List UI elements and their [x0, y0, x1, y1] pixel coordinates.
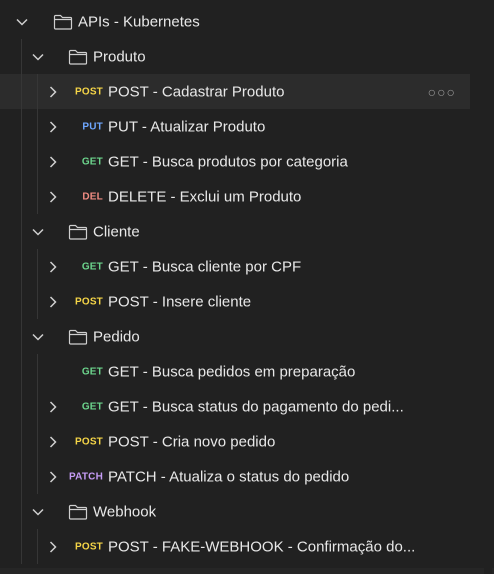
tree-guide — [37, 144, 38, 179]
chevron-down-icon[interactable] — [30, 224, 46, 240]
tree-guide — [37, 529, 38, 564]
request-name: GET - Busca pedidos em preparação — [108, 363, 356, 380]
tree-guide — [21, 39, 22, 74]
folder-icon — [68, 224, 88, 240]
chevron-down-icon[interactable] — [14, 14, 30, 30]
request-row[interactable]: PUT PUT - Atualizar Produto — [0, 109, 470, 144]
folder-row-produto[interactable]: Produto — [0, 39, 470, 74]
chevron-right-icon[interactable] — [45, 539, 61, 555]
tree-guide — [37, 389, 38, 424]
tree-guide — [21, 494, 22, 529]
method-badge: GET — [81, 366, 103, 377]
request-name: POST - FAKE-WEBHOOK - Confirmação do... — [108, 538, 416, 555]
tree-guide — [21, 389, 22, 424]
folder-name: Pedido — [93, 328, 140, 345]
tree-guide — [21, 249, 22, 284]
request-row[interactable]: GET GET - Busca cliente por CPF — [0, 249, 470, 284]
method-badge: PATCH — [69, 471, 103, 482]
chevron-right-icon[interactable] — [45, 469, 61, 485]
folder-icon — [53, 14, 73, 30]
tree-guide — [37, 354, 38, 389]
method-badge: DEL — [82, 191, 103, 202]
request-row[interactable]: DEL DELETE - Exclui um Produto — [0, 179, 470, 214]
tree-guide — [21, 459, 22, 494]
tree-guide — [37, 249, 38, 284]
request-name: POST - Cria novo pedido — [108, 433, 276, 450]
folder-name: Webhook — [93, 503, 157, 520]
method-badge: POST — [74, 86, 103, 97]
collection-row[interactable]: APIs - Kubernetes — [0, 4, 470, 39]
folder-icon — [68, 504, 88, 520]
tree-guide — [21, 424, 22, 459]
collection-name: APIs - Kubernetes — [78, 13, 200, 30]
tree-guide — [21, 284, 22, 319]
tree-guide — [21, 179, 22, 214]
chevron-down-icon[interactable] — [30, 49, 46, 65]
chevron-right-icon[interactable] — [45, 154, 61, 170]
request-row[interactable]: POST POST - FAKE-WEBHOOK - Confirmação d… — [0, 529, 470, 564]
collection-tree: APIs - Kubernetes Produto POST POST - Ca… — [0, 4, 470, 564]
tree-guide — [21, 319, 22, 354]
request-row[interactable]: GET GET - Busca produtos por categoria — [0, 144, 470, 179]
folder-icon — [68, 49, 88, 65]
tree-guide — [37, 424, 38, 459]
chevron-right-icon[interactable] — [45, 434, 61, 450]
chevron-down-icon[interactable] — [30, 329, 46, 345]
folder-row-cliente[interactable]: Cliente — [0, 214, 470, 249]
chevron-down-icon[interactable] — [30, 504, 46, 520]
tree-guide — [21, 354, 22, 389]
method-badge: POST — [74, 541, 103, 552]
folder-row-webhook[interactable]: Webhook — [0, 494, 470, 529]
tree-guide — [37, 284, 38, 319]
request-name: POST - Cadastrar Produto — [108, 83, 285, 100]
request-name: GET - Busca status do pagamento do pedi.… — [108, 398, 404, 415]
request-row[interactable]: POST POST - Cadastrar Produto ○○○ — [0, 74, 470, 109]
scrollbar[interactable] — [484, 0, 492, 574]
folder-row-pedido[interactable]: Pedido — [0, 319, 470, 354]
chevron-right-icon[interactable] — [45, 259, 61, 275]
method-badge: PUT — [82, 121, 103, 132]
tree-guide — [21, 144, 22, 179]
folder-name: Produto — [93, 48, 146, 65]
tree-guide — [37, 179, 38, 214]
chevron-right-icon[interactable] — [45, 294, 61, 310]
request-name: DELETE - Exclui um Produto — [108, 188, 302, 205]
tree-guide — [21, 74, 22, 109]
tree-guide — [21, 109, 22, 144]
method-badge: GET — [81, 156, 103, 167]
tree-guide — [37, 74, 38, 109]
more-options-icon[interactable]: ○○○ — [428, 84, 456, 100]
folder-icon — [68, 329, 88, 345]
chevron-right-icon[interactable] — [45, 84, 61, 100]
request-name: PUT - Atualizar Produto — [108, 118, 266, 135]
chevron-right-icon[interactable] — [45, 399, 61, 415]
tree-guide — [21, 214, 22, 249]
request-name: GET - Busca cliente por CPF — [108, 258, 302, 275]
tree-guide — [37, 109, 38, 144]
tree-guide — [21, 529, 22, 564]
request-row[interactable]: GET GET - Busca status do pagamento do p… — [0, 389, 470, 424]
request-row[interactable]: POST POST - Insere cliente — [0, 284, 470, 319]
request-row[interactable]: GET GET - Busca pedidos em preparação — [0, 354, 470, 389]
method-badge: GET — [81, 261, 103, 272]
next-row-peek — [0, 568, 494, 574]
request-name: POST - Insere cliente — [108, 293, 252, 310]
request-name: PATCH - Atualiza o status do pedido — [108, 468, 350, 485]
method-badge: POST — [74, 436, 103, 447]
request-row[interactable]: PATCH PATCH - Atualiza o status do pedid… — [0, 459, 470, 494]
tree-guide — [37, 459, 38, 494]
chevron-right-icon[interactable] — [45, 119, 61, 135]
request-row[interactable]: POST POST - Cria novo pedido — [0, 424, 470, 459]
request-name: GET - Busca produtos por categoria — [108, 153, 348, 170]
chevron-right-icon[interactable] — [45, 189, 61, 205]
method-badge: POST — [74, 296, 103, 307]
folder-name: Cliente — [93, 223, 140, 240]
method-badge: GET — [81, 401, 103, 412]
